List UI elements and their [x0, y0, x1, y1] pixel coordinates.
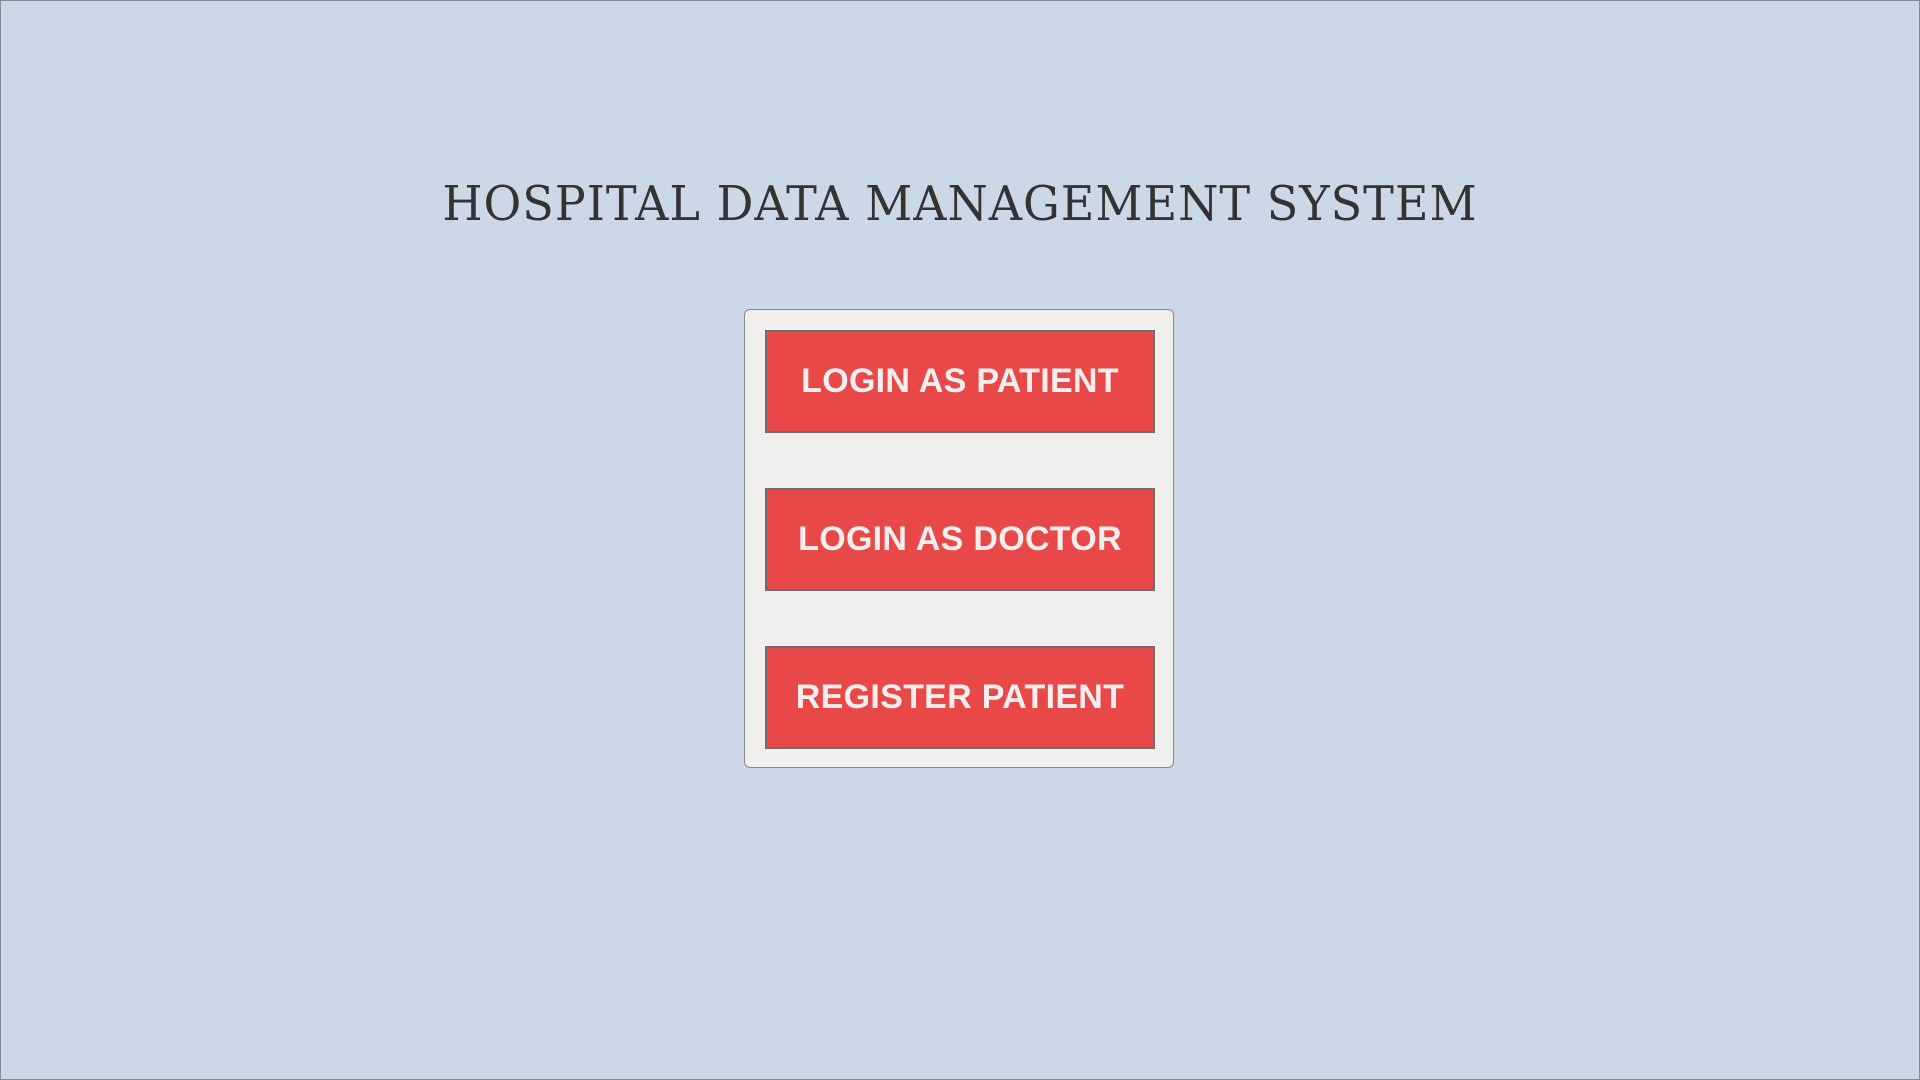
login-as-doctor-button[interactable]: LOGIN AS DOCTOR: [765, 488, 1155, 591]
login-as-patient-button[interactable]: LOGIN AS PATIENT: [765, 330, 1155, 433]
menu-panel: LOGIN AS PATIENT LOGIN AS DOCTOR REGISTE…: [744, 309, 1174, 768]
register-patient-button[interactable]: REGISTER PATIENT: [765, 646, 1155, 749]
page-title: HOSPITAL DATA MANAGEMENT SYSTEM: [442, 176, 1478, 232]
